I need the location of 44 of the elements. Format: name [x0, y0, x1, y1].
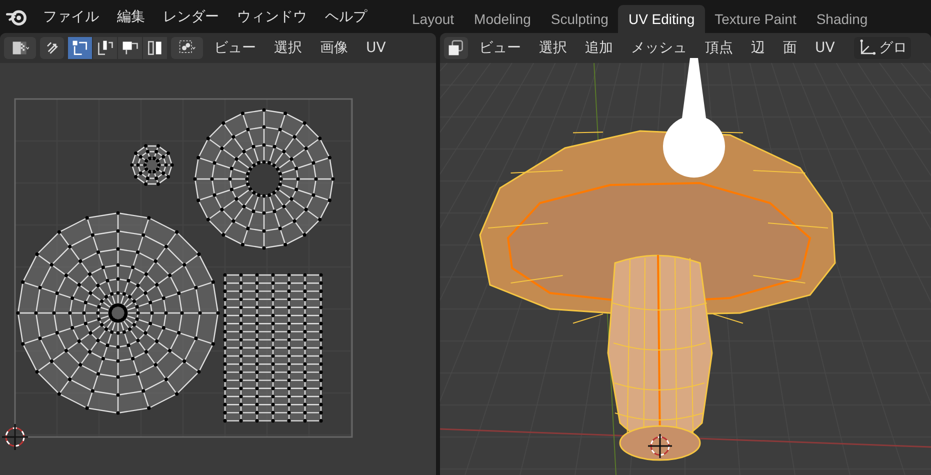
- transform-orientation-dropdown[interactable]: グロ: [854, 37, 911, 59]
- menu-item[interactable]: 選択: [532, 39, 574, 57]
- 2d-cursor-icon: [1, 423, 29, 451]
- uv-editor-canvas[interactable]: [0, 63, 436, 475]
- menu-item[interactable]: 選択: [267, 39, 309, 57]
- mode-icon: [146, 39, 164, 57]
- menu-item[interactable]: ビュー: [207, 39, 263, 57]
- sticky-selection-button[interactable]: [171, 37, 203, 59]
- editor-type-button[interactable]: [4, 37, 36, 59]
- menu-item[interactable]: UV: [359, 40, 393, 56]
- cube-icon: [447, 39, 465, 57]
- editor-type-button[interactable]: [444, 37, 468, 59]
- mode-icon: [71, 39, 89, 57]
- menu-item[interactable]: 追加: [578, 39, 620, 57]
- mode-icon: [96, 39, 114, 57]
- menu-item[interactable]: ヘルプ: [316, 8, 376, 26]
- select-mode-button[interactable]: [143, 37, 167, 59]
- menu-item[interactable]: 頂点: [698, 39, 740, 57]
- sync-selection-button[interactable]: [40, 37, 64, 59]
- axes-icon: [858, 39, 876, 57]
- menu-item[interactable]: 画像: [313, 39, 355, 57]
- app-logo-icon[interactable]: [6, 8, 28, 26]
- checker-image-icon: [11, 39, 29, 57]
- menu-item[interactable]: ウィンドウ: [228, 8, 316, 26]
- select-mode-button[interactable]: [93, 37, 117, 59]
- workspace-tab[interactable]: Sculpting: [540, 5, 618, 33]
- 3d-viewport[interactable]: [440, 63, 931, 475]
- workspace-tab[interactable]: Shading: [806, 5, 878, 33]
- menu-item[interactable]: メッシュ: [624, 39, 694, 57]
- menu-item[interactable]: UV: [808, 40, 842, 56]
- workspace-tab[interactable]: Layout: [402, 5, 464, 33]
- menu-item[interactable]: ビュー: [472, 39, 528, 57]
- select-mode-button[interactable]: [68, 37, 92, 59]
- workspace-tab[interactable]: UV Editing: [618, 5, 705, 33]
- menu-item[interactable]: 編集: [108, 8, 154, 26]
- mode-icon: [121, 39, 139, 57]
- menu-item[interactable]: 辺: [744, 39, 772, 57]
- menu-item[interactable]: レンダー: [154, 8, 228, 26]
- menu-item[interactable]: 面: [776, 39, 804, 57]
- workspace-tab[interactable]: Modeling: [464, 5, 541, 33]
- 3d-cursor-icon: [647, 433, 673, 459]
- workspace-tab[interactable]: Texture Paint: [704, 5, 806, 33]
- select-mode-button[interactable]: [118, 37, 142, 59]
- menu-item[interactable]: ファイル: [34, 8, 108, 26]
